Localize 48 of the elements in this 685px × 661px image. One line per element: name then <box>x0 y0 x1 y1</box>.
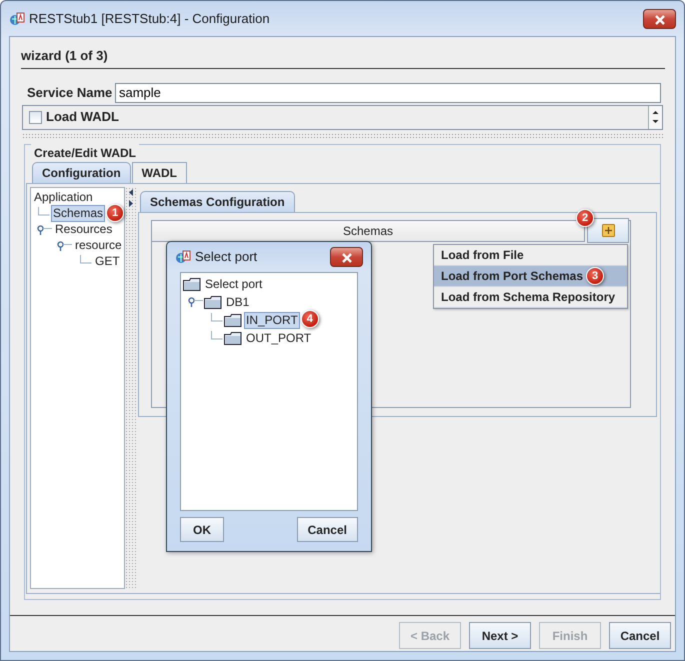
close-icon <box>654 14 666 25</box>
callout-badge: 3 <box>586 266 604 284</box>
tree-item[interactable]: Application <box>32 189 95 206</box>
expand-handle-icon[interactable] <box>37 224 52 234</box>
tab[interactable]: Configuration <box>32 162 131 182</box>
expand-handle-icon[interactable] <box>188 297 203 307</box>
close-button[interactable] <box>643 8 676 28</box>
callout-badge: 4 <box>300 310 319 328</box>
tab[interactable]: Schemas Configuration <box>140 190 295 212</box>
tab[interactable]: WADL <box>132 162 187 182</box>
wizard-button[interactable]: Cancel <box>609 622 671 649</box>
tree-item[interactable]: DB1 <box>224 294 252 310</box>
splitter-handle[interactable] <box>22 132 663 138</box>
add-button[interactable] <box>587 218 629 242</box>
splitter-handle[interactable] <box>125 186 137 588</box>
callout-badge: 1 <box>106 204 124 222</box>
tree-item[interactable]: GET <box>93 253 122 270</box>
folder-icon <box>183 278 201 290</box>
folder-icon <box>224 332 242 344</box>
scroll-arrows-icon[interactable] <box>648 106 662 128</box>
dialog-title: Select port <box>195 248 258 266</box>
dialog-button[interactable]: OK <box>180 517 224 542</box>
menu-item[interactable]: Load from Port Schemas 3 <box>434 266 627 286</box>
column-header[interactable]: Schemas <box>152 220 585 242</box>
wizard-button[interactable]: Next > <box>469 622 531 649</box>
checkbox[interactable] <box>29 110 42 124</box>
wizard-heading: wizard (1 of 3) <box>21 46 665 68</box>
app-icon <box>9 10 25 26</box>
callout-badge: 2 <box>576 208 594 226</box>
tree-item[interactable]: resource <box>73 237 124 254</box>
tree-item[interactable]: Resources <box>53 221 114 238</box>
tree-item[interactable]: Schemas <box>50 205 105 222</box>
close-icon <box>340 253 352 264</box>
folder-icon <box>204 296 222 308</box>
app-icon <box>175 249 191 265</box>
folder-icon <box>224 314 242 326</box>
tree-item[interactable]: OUT_PORT <box>244 330 314 346</box>
dialog-button[interactable]: Cancel <box>296 517 358 542</box>
window-title: RESTStub1 [RESTStub:4] - Configuration <box>29 10 271 28</box>
field-label: Service Name <box>27 84 114 102</box>
plus-icon <box>602 224 614 236</box>
expand-handle-icon[interactable] <box>57 240 72 250</box>
close-button[interactable] <box>330 247 363 267</box>
checkbox-label[interactable]: Load WADL <box>46 107 648 127</box>
tree-item[interactable]: Select port <box>203 276 264 292</box>
menu-item[interactable]: Load from Schema Repository <box>434 286 627 308</box>
service-name-field[interactable]: sample <box>115 82 661 102</box>
tree-item[interactable]: IN_PORT <box>244 312 300 328</box>
